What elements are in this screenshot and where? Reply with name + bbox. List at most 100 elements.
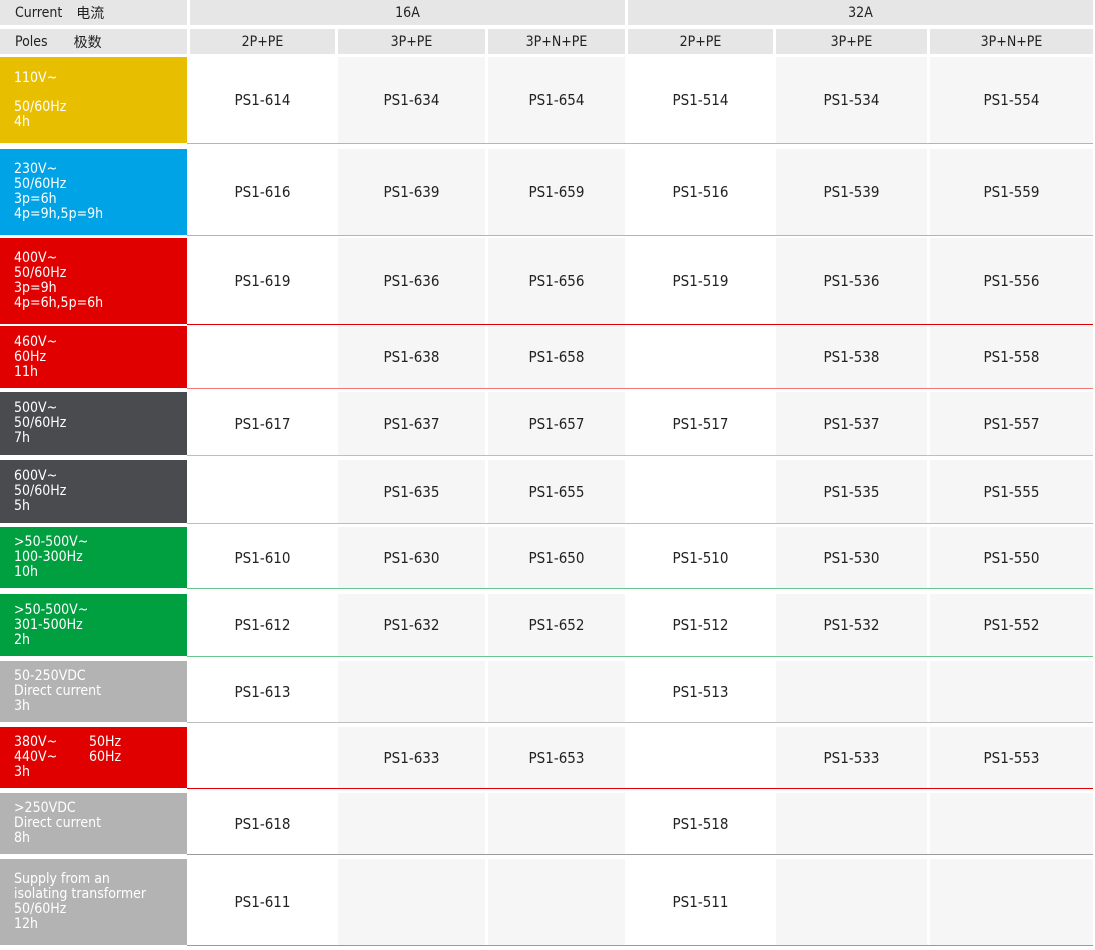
row-divider <box>187 588 1093 589</box>
product-code-cell: PS1-511 <box>672 893 729 911</box>
current-label: Current <box>15 4 63 21</box>
product-code-cell <box>488 661 625 722</box>
product-code-cell: PS1-550 <box>930 527 1093 588</box>
product-code-cell: PS1-555 <box>930 460 1093 523</box>
row-label-line: 50-250VDC <box>14 668 86 684</box>
product-code-cell: PS1-630 <box>338 527 485 588</box>
product-code-cell: PS1-534 <box>776 57 927 143</box>
product-code-cell: PS1-638 <box>338 326 485 388</box>
row-label-line: 460V~ <box>14 333 58 350</box>
product-code-cell: PS1-557 <box>930 392 1093 455</box>
pole-header: 3P+N+PE <box>488 29 625 54</box>
product-code-cell <box>338 859 485 945</box>
row-divider <box>187 523 1093 524</box>
product-code-cell: PS1-553 <box>930 727 1093 788</box>
product-code-cell: PS1-636 <box>338 238 485 324</box>
row-label-line: 4h <box>14 113 30 130</box>
product-code-cell <box>338 793 485 854</box>
row-divider <box>187 143 1093 144</box>
product-code-cell: PS1-634 <box>338 57 485 143</box>
row-label-line: Direct current <box>14 683 102 699</box>
product-code-cell: PS1-510 <box>672 548 729 567</box>
row-label-line: 50/60Hz <box>14 98 67 115</box>
product-code-cell: PS1-610 <box>234 548 291 567</box>
row-label-line: 500V~ <box>14 400 58 416</box>
poles-header: Poles 极数 <box>0 29 187 54</box>
row-label-line: 3h <box>14 698 30 714</box>
row-label-line: 100-300Hz <box>14 549 83 565</box>
product-code-cell: PS1-658 <box>488 326 625 388</box>
product-code-cell <box>930 661 1093 722</box>
pole-header: 2P+PE <box>190 29 335 54</box>
product-code-cell: PS1-639 <box>338 149 485 235</box>
pole-header: 2P+PE <box>628 29 773 54</box>
product-code-cell <box>190 326 335 388</box>
row-label-line: 50/60Hz <box>14 483 67 499</box>
row-label: 460V~ 60Hz 11h <box>0 326 187 388</box>
product-code-cell: PS1-558 <box>930 326 1093 388</box>
product-code-cell: PS1-530 <box>776 527 927 588</box>
product-code-cell: PS1-619 <box>234 272 291 290</box>
row-label-line: 10h <box>14 564 39 580</box>
row-label: 230V~ 50/60Hz 3p=6h 4p=9h,5p=9h <box>0 149 187 235</box>
product-code-cell: PS1-657 <box>488 392 625 455</box>
product-code-cell: PS1-519 <box>672 272 729 290</box>
row-label-line: 301-500Hz <box>14 616 83 633</box>
row-label-line: 50/60Hz <box>14 901 67 917</box>
product-code-cell: PS1-616 <box>234 183 291 201</box>
row-label-frequency: 50Hz <box>89 734 122 750</box>
group-label: 16A <box>395 4 420 21</box>
product-code-cell: PS1-637 <box>338 392 485 455</box>
row-divider <box>187 722 1093 723</box>
row-divider <box>187 455 1093 456</box>
row-label-line: isolating transformer <box>14 886 147 902</box>
row-label: 500V~ 50/60Hz 7h <box>0 392 187 455</box>
row-label-line: Direct current <box>14 815 102 831</box>
current-header: Current 电流 <box>0 0 187 25</box>
poles-label-cn: 极数 <box>73 34 102 51</box>
row-divider <box>187 324 1093 325</box>
poles-label: Poles <box>15 33 48 50</box>
row-label-line: 2h <box>14 631 30 648</box>
current-label-cn: 电流 <box>76 5 105 22</box>
product-code-cell: PS1-635 <box>338 460 485 523</box>
product-code-cell: PS1-617 <box>234 414 291 433</box>
group-label: 32A <box>848 4 873 21</box>
row-label: Supply from an isolating transformer 50/60… <box>0 859 187 945</box>
row-label: 50-250VDC Direct current 3h <box>0 661 187 722</box>
row-divider <box>187 235 1093 236</box>
product-code-cell: PS1-539 <box>776 149 927 235</box>
product-code-cell: PS1-650 <box>488 527 625 588</box>
product-code-cell: PS1-559 <box>930 149 1093 235</box>
product-code-cell: PS1-613 <box>234 682 291 701</box>
product-code-cell <box>338 661 485 722</box>
product-code-cell <box>488 793 625 854</box>
row-label-pair: 440V~ 60Hz <box>14 750 187 765</box>
row-label-line: 400V~ <box>14 250 58 266</box>
product-code-cell: PS1-516 <box>672 183 729 201</box>
product-code-cell: PS1-659 <box>488 149 625 235</box>
row-label-line: 60Hz <box>14 348 47 365</box>
row-label: 400V~ 50/60Hz 3p=9h 4p=6h,5p=6h <box>0 238 187 324</box>
product-code-cell <box>628 727 773 788</box>
row-label-line: 50/60Hz <box>14 265 67 281</box>
product-code-cell <box>488 859 625 945</box>
product-code-cell: PS1-614 <box>234 91 291 109</box>
row-divider <box>187 388 1093 389</box>
row-label: >50-500V~ 301-500Hz 2h <box>0 594 187 656</box>
row-label: >50-500V~ 100-300Hz 10h <box>0 527 187 588</box>
pole-header: 3P+PE <box>776 29 927 54</box>
group-header-16a: 16A <box>190 0 625 25</box>
product-code-cell: PS1-538 <box>776 326 927 388</box>
row-label-frequency: 60Hz <box>89 749 122 765</box>
row-label: 110V~ 50/60Hz 4h <box>0 57 187 143</box>
product-code-cell: PS1-656 <box>488 238 625 324</box>
product-code-cell: PS1-533 <box>776 727 927 788</box>
product-code-cell: PS1-554 <box>930 57 1093 143</box>
product-code-cell: PS1-653 <box>488 727 625 788</box>
product-code-cell: PS1-517 <box>672 414 729 433</box>
pole-header: 3P+N+PE <box>930 29 1093 54</box>
row-label-pair: 380V~ 50Hz <box>14 735 187 750</box>
product-code-cell <box>190 460 335 523</box>
product-code-cell <box>930 793 1093 854</box>
